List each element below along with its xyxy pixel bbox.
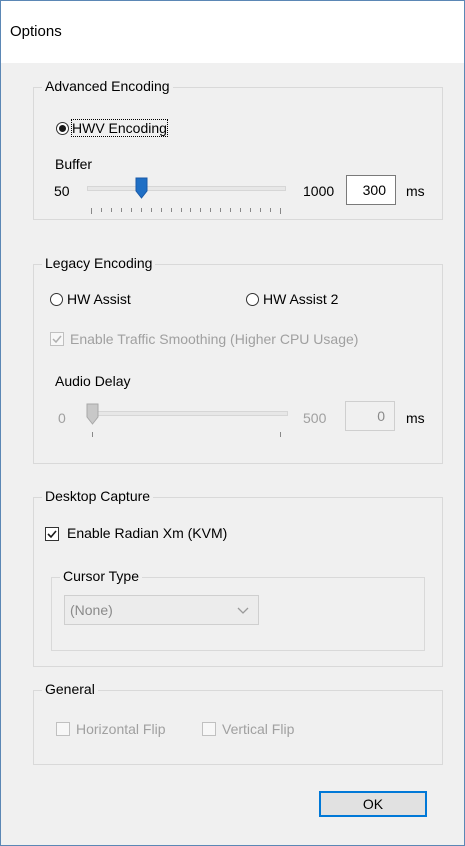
buffer-slider-track[interactable]: [87, 186, 286, 191]
options-dialog: Options Advanced Encoding HWV Encoding B…: [0, 0, 465, 846]
buffer-label: Buffer: [55, 156, 93, 172]
buffer-slider-tick: [170, 208, 172, 212]
buffer-slider-tick: [180, 208, 182, 212]
buffer-slider-tick: [160, 208, 162, 212]
hw-assist-2-label[interactable]: HW Assist 2: [263, 291, 338, 307]
buffer-unit-label: ms: [406, 183, 425, 199]
hwv-encoding-radio[interactable]: [56, 122, 69, 135]
radian-xm-label[interactable]: Enable Radian Xm (KVM): [67, 525, 227, 541]
audio-delay-min-label: 0: [58, 410, 66, 426]
buffer-slider-tick: [130, 208, 132, 212]
horizontal-flip-checkbox[interactable]: [56, 722, 70, 736]
vertical-flip-checkbox[interactable]: [202, 722, 216, 736]
desktop-capture-legend: Desktop Capture: [42, 488, 154, 504]
hw-assist-label[interactable]: HW Assist: [67, 291, 131, 307]
audio-delay-tick-start: [92, 432, 93, 437]
buffer-slider-tick: [260, 208, 262, 212]
hw-assist-2-radio[interactable]: [246, 293, 259, 306]
audio-delay-tick-end: [280, 432, 281, 437]
window-title: Options: [10, 23, 62, 40]
buffer-slider-tick: [110, 208, 112, 212]
buffer-slider-tick: [200, 208, 202, 212]
traffic-smoothing-label[interactable]: Enable Traffic Smoothing (Higher CPU Usa…: [70, 331, 358, 347]
title-bar[interactable]: Options: [1, 1, 464, 63]
buffer-slider-tick: [230, 208, 232, 212]
buffer-slider-tick: [210, 208, 212, 212]
cursor-type-legend: Cursor Type: [60, 568, 142, 584]
buffer-slider-tick: [140, 208, 142, 212]
buffer-max-label: 1000: [303, 183, 335, 199]
buffer-slider-tick: [280, 208, 281, 214]
buffer-slider-tick: [190, 208, 192, 212]
buffer-value-input[interactable]: 300: [346, 175, 396, 205]
audio-delay-slider-thumb[interactable]: [86, 403, 99, 425]
buffer-min-label: 50: [54, 183, 70, 199]
audio-delay-label: Audio Delay: [55, 373, 131, 389]
cursor-type-value: (None): [70, 602, 113, 618]
horizontal-flip-label[interactable]: Horizontal Flip: [76, 721, 165, 737]
traffic-smoothing-checkbox[interactable]: [50, 332, 64, 346]
buffer-slider-tick: [240, 208, 242, 212]
legacy-encoding-legend: Legacy Encoding: [42, 255, 156, 271]
hwv-encoding-label[interactable]: HWV Encoding: [71, 119, 168, 137]
buffer-slider-tick: [100, 208, 102, 212]
audio-delay-max-label: 500: [303, 410, 327, 426]
chevron-down-icon: [237, 607, 249, 614]
buffer-slider-ticks: [91, 208, 281, 214]
vertical-flip-label[interactable]: Vertical Flip: [222, 721, 294, 737]
buffer-slider-tick: [91, 208, 92, 214]
audio-delay-value-input[interactable]: 0: [345, 401, 395, 431]
radian-xm-checkbox[interactable]: [45, 527, 59, 541]
ok-button[interactable]: OK: [319, 791, 427, 817]
audio-delay-slider-track[interactable]: [89, 411, 288, 416]
buffer-slider-tick: [120, 208, 122, 212]
buffer-slider-tick: [150, 208, 152, 212]
audio-delay-unit-label: ms: [406, 410, 425, 426]
buffer-slider-thumb[interactable]: [135, 177, 148, 199]
buffer-slider-tick: [250, 208, 252, 212]
buffer-slider-tick: [270, 208, 272, 212]
buffer-slider-tick: [220, 208, 222, 212]
hw-assist-radio[interactable]: [50, 293, 63, 306]
cursor-type-dropdown[interactable]: (None): [64, 595, 259, 625]
advanced-encoding-legend: Advanced Encoding: [42, 78, 173, 94]
general-legend: General: [42, 681, 98, 697]
